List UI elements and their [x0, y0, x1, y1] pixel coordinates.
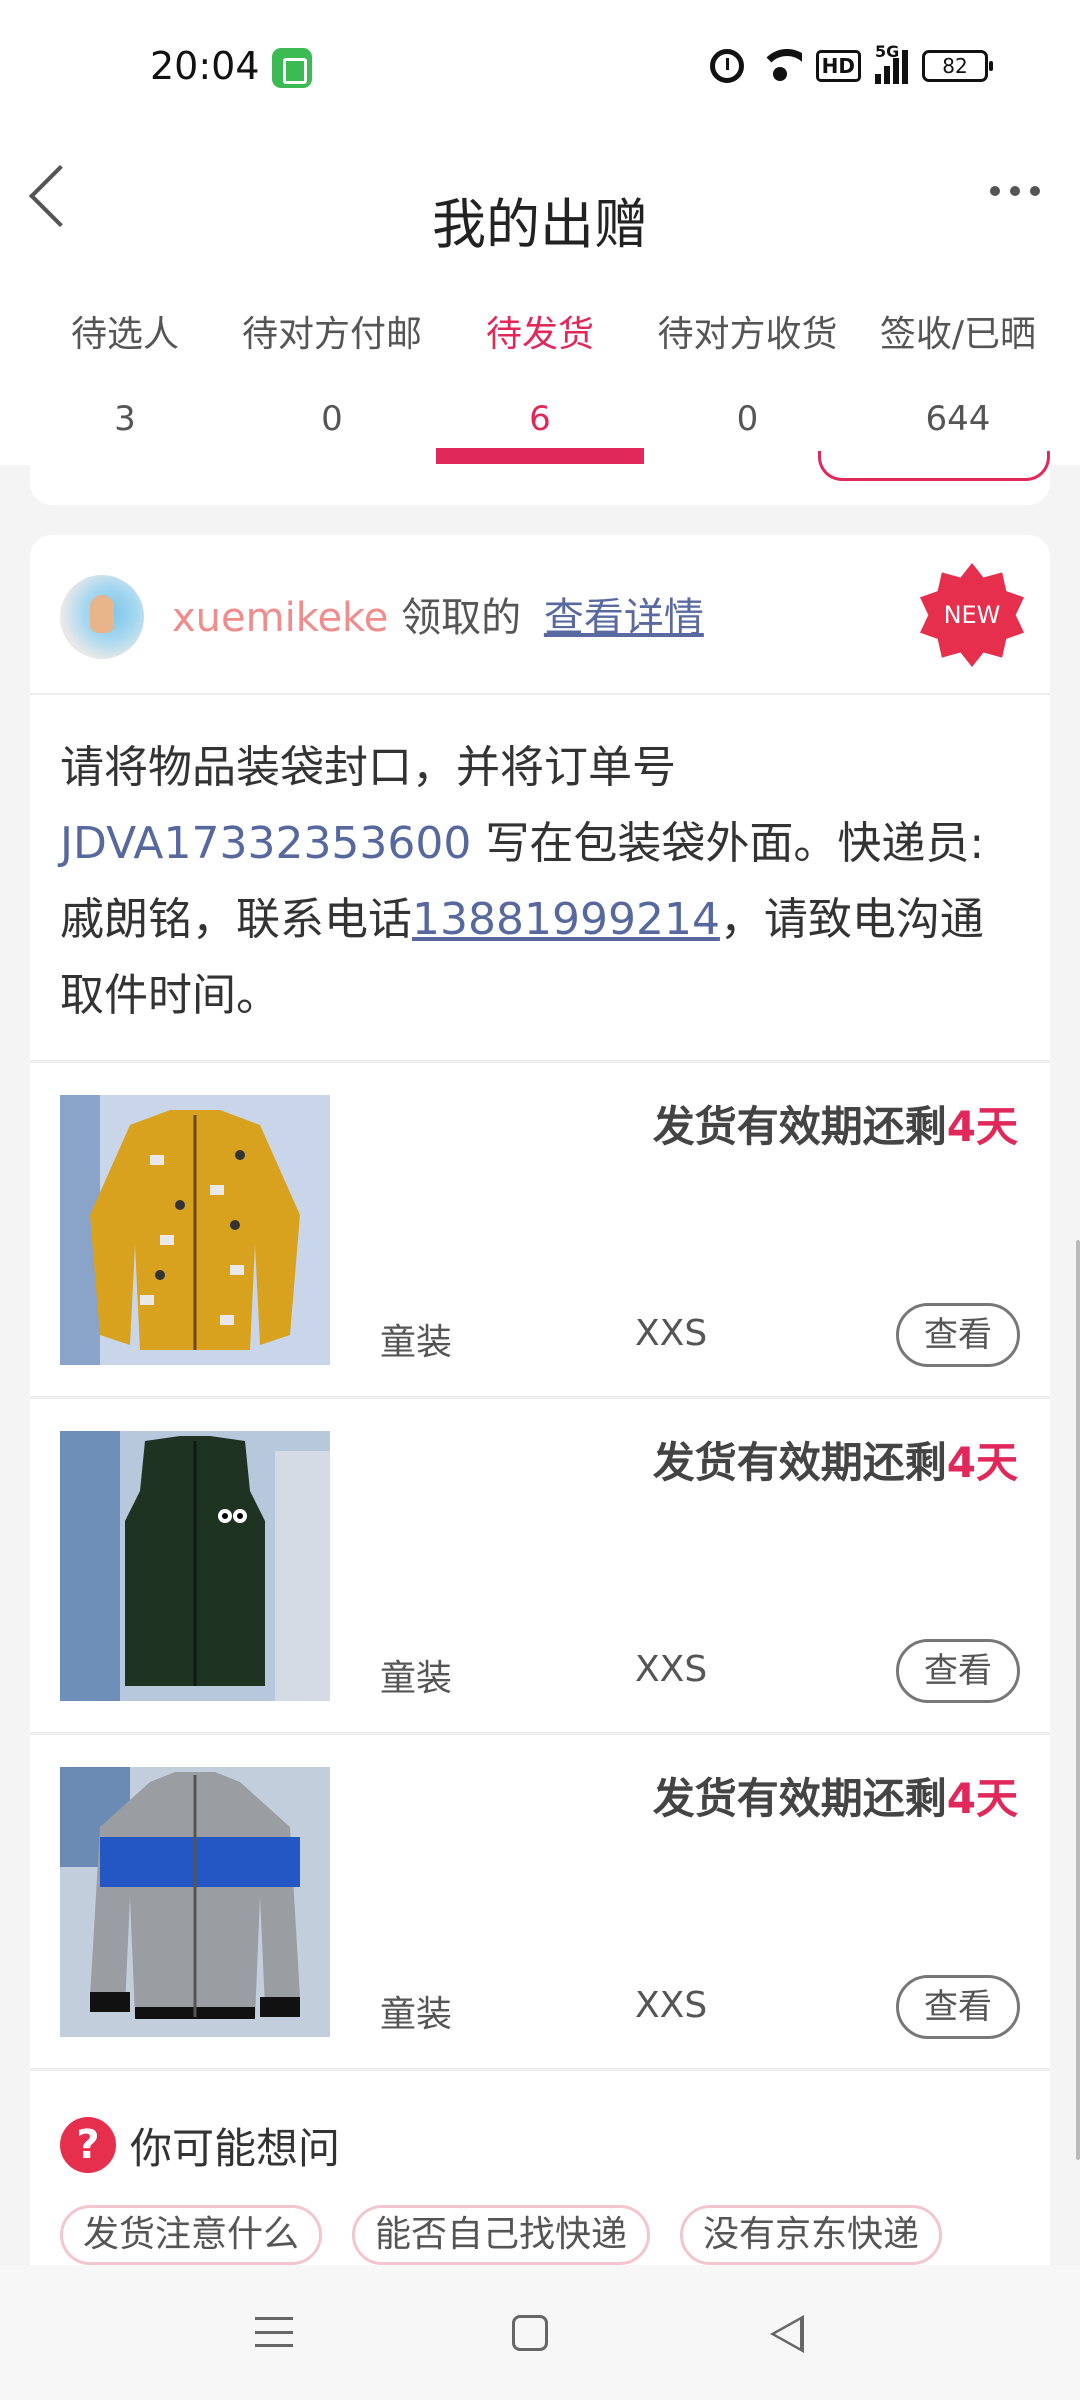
item-category: 童装: [380, 1322, 453, 1363]
scrollbar[interactable]: [1076, 1240, 1080, 2160]
tab-received[interactable]: 签收/已晒 644: [858, 285, 1058, 465]
item-size: XXS: [635, 1313, 708, 1354]
new-badge: NEW: [920, 563, 1024, 667]
wifi-icon: [757, 49, 802, 83]
instruction-text: 请将物品装袋封口，并将订单号: [60, 742, 676, 793]
hd-icon: HD: [815, 50, 861, 82]
alarm-icon: [709, 49, 744, 83]
card-header: xuemikeke 领取的 查看详情 NEW: [30, 535, 1050, 695]
shipping-deadline: 发货有效期还剩4天: [653, 1429, 1018, 1490]
tab-label: 待对方收货: [657, 314, 838, 355]
item-image-yellow-jacket[interactable]: [60, 1095, 330, 1365]
faq-chip-shipping-notes[interactable]: 发货注意什么: [60, 2205, 323, 2265]
shipping-deadline: 发货有效期还剩4天: [653, 1765, 1018, 1826]
view-item-button[interactable]: 查看: [896, 1975, 1020, 2039]
gift-order-card: xuemikeke 领取的 查看详情 NEW 请将物品装袋封口，并将订单号 JD…: [30, 535, 1050, 2265]
faq-chips: 发货注意什么 能否自己找快递 没有京东快递: [60, 2205, 943, 2265]
status-time: 20:04: [150, 44, 260, 88]
previous-card: [30, 451, 1050, 505]
tab-label: 待发货: [485, 314, 594, 355]
deadline-days: 4天: [946, 1102, 1018, 1151]
deadline-days: 4天: [946, 1438, 1018, 1487]
tab-pending-receipt[interactable]: 待对方收货 0: [645, 285, 850, 465]
tab-label: 待选人: [70, 314, 179, 355]
tab-count: 0: [736, 399, 759, 439]
claim-text: 领取的: [401, 595, 522, 641]
tab-count: 3: [114, 399, 136, 439]
avatar[interactable]: [60, 575, 144, 659]
tab-pending-shipment[interactable]: 待发货 6: [440, 285, 640, 465]
shipping-instruction: 请将物品装袋封口，并将订单号 JDVA17332353600 写在包装袋外面。快…: [60, 730, 1020, 1034]
app-notification-icon: [272, 48, 312, 88]
back-triangle-icon[interactable]: [770, 2315, 804, 2353]
item-category: 童装: [380, 1994, 453, 2035]
faq-section-title: ? 你可能想问: [60, 2115, 340, 2175]
item-image-grey-hoodie[interactable]: [60, 1767, 330, 2037]
network-label: 5G: [875, 42, 900, 61]
item-row: 发货有效期还剩4天 童装 XXS 查看: [30, 1063, 1050, 1399]
question-icon: ?: [60, 2117, 116, 2173]
home-icon[interactable]: [512, 2315, 548, 2351]
battery-icon: 82: [922, 50, 993, 82]
courier-phone-link[interactable]: 13881999214: [412, 894, 720, 945]
tab-count: 644: [925, 399, 991, 439]
tab-label: 签收/已晒: [879, 314, 1037, 355]
shipping-deadline: 发货有效期还剩4天: [653, 1093, 1018, 1154]
faq-chip-own-courier[interactable]: 能否自己找快递: [352, 2205, 651, 2265]
previous-card-button[interactable]: [818, 451, 1050, 481]
tab-label: 待对方付邮: [241, 314, 422, 355]
item-image-green-vest[interactable]: [60, 1431, 330, 1701]
item-size: XXS: [635, 1649, 708, 1690]
system-nav-bar: [0, 2265, 1080, 2400]
deadline-text: 发货有效期还剩: [652, 1102, 947, 1151]
view-details-link[interactable]: 查看详情: [544, 595, 704, 641]
claim-line: xuemikeke 领取的 查看详情: [172, 585, 704, 643]
tab-count: 6: [529, 399, 551, 439]
tab-pending-postage[interactable]: 待对方付邮 0: [232, 285, 432, 465]
tab-pending-selection[interactable]: 待选人 3: [40, 285, 210, 465]
status-bar: 20:04 HD 5G 82: [0, 0, 1080, 140]
item-category: 童装: [380, 1658, 453, 1699]
status-icons: HD 5G 82: [709, 42, 993, 88]
active-tab-indicator: [436, 448, 644, 464]
menu-icon[interactable]: [255, 2317, 293, 2347]
claimer-username[interactable]: xuemikeke: [172, 595, 388, 641]
deadline-text: 发货有效期还剩: [652, 1774, 947, 1823]
faq-chip-no-jd-courier[interactable]: 没有京东快递: [680, 2205, 943, 2265]
tab-count: 0: [321, 399, 343, 439]
page-title: 我的出赠: [432, 193, 648, 256]
order-number: JDVA17332353600: [60, 818, 472, 869]
item-row: 发货有效期还剩4天 童装 XXS 查看: [30, 1735, 1050, 2071]
view-item-button[interactable]: 查看: [896, 1303, 1020, 1367]
deadline-text: 发货有效期还剩: [652, 1438, 947, 1487]
tab-bar: 待选人 3 待对方付邮 0 待发货 6 待对方收货 0 签收/已晒 644: [0, 285, 1080, 465]
view-item-button[interactable]: 查看: [896, 1639, 1020, 1703]
signal-icon: 5G: [875, 42, 908, 84]
deadline-days: 4天: [946, 1774, 1018, 1823]
faq-title: 你可能想问: [130, 2123, 341, 2173]
item-row: 发货有效期还剩4天 童装 XXS 查看: [30, 1399, 1050, 1735]
more-dots-icon[interactable]: [990, 186, 1040, 196]
app-header: 我的出赠: [0, 140, 1080, 285]
item-size: XXS: [635, 1985, 708, 2026]
